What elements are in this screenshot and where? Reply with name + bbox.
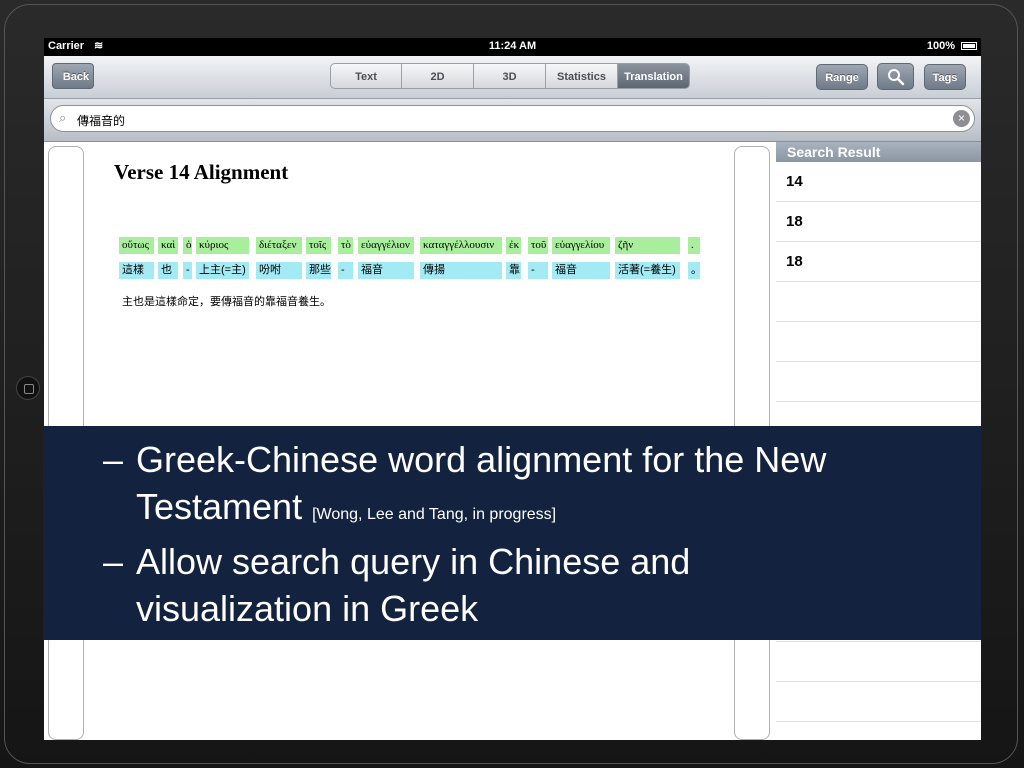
page-title: Verse 14 Alignment xyxy=(114,160,289,184)
greek-cell[interactable]: τοῖς xyxy=(306,237,331,254)
tab-translation[interactable]: Translation xyxy=(618,63,690,89)
greek-cell[interactable]: τοῦ xyxy=(528,237,548,254)
result-empty-row xyxy=(776,282,981,322)
bullet-dash: – xyxy=(103,541,124,582)
result-item[interactable]: 18 xyxy=(776,202,981,242)
bullet1-line2-text: Testament xyxy=(136,486,303,527)
bullet2-line2: visualization in Greek xyxy=(136,588,479,629)
bullet1-line2: Testament [Wong, Lee and Tang, in progre… xyxy=(136,483,826,538)
bullet-text: Greek-Chinese word alignment for the New… xyxy=(136,436,826,538)
greek-cell[interactable]: ἐκ xyxy=(506,237,521,254)
greek-cell[interactable]: ὁ xyxy=(183,237,192,254)
greek-cell[interactable]: διέταξεν xyxy=(256,237,302,254)
greek-cell[interactable]: εὐαγγέλιον xyxy=(358,237,414,254)
chinese-cell[interactable]: - xyxy=(183,262,192,279)
tags-button[interactable]: Tags xyxy=(924,64,966,90)
slide-caption: – Greek-Chinese word alignment for the N… xyxy=(43,426,981,640)
bullet-text: Allow search query in Chinese and visual… xyxy=(136,538,690,632)
toolbar: Back Text 2D 3D Statistics Translation R… xyxy=(44,56,981,99)
chinese-cell[interactable]: 上主(=主) xyxy=(196,262,249,279)
greek-cell[interactable]: οὕτως xyxy=(119,237,154,254)
search-input[interactable]: ⌕ 傳福音的 × xyxy=(50,105,975,132)
bullet1-line1: Greek-Chinese word alignment for the New xyxy=(136,439,827,480)
clear-icon[interactable]: × xyxy=(953,110,970,127)
chinese-cell[interactable]: 傳揚 xyxy=(420,262,502,279)
chinese-cell[interactable]: 活著(=養生) xyxy=(615,262,680,279)
chinese-cell[interactable]: 吩咐 xyxy=(256,262,302,279)
chinese-cell[interactable]: 這樣 xyxy=(119,262,154,279)
greek-cell[interactable]: εὐαγγελίου xyxy=(552,237,610,254)
citation: [Wong, Lee and Tang, in progress] xyxy=(312,506,557,523)
status-bar: Carrier ≋ 11:24 AM 100% xyxy=(44,38,981,56)
result-empty-row xyxy=(776,642,981,682)
result-empty-row xyxy=(776,682,981,722)
greek-cell[interactable]: καὶ xyxy=(158,237,178,254)
battery-percent: 100% xyxy=(926,40,955,52)
chinese-cell[interactable]: 那些 xyxy=(306,262,331,279)
chinese-sentence: 主也是這樣命定，要傳福音的靠福音養生。 xyxy=(122,296,331,308)
tab-2d[interactable]: 2D xyxy=(402,63,474,89)
result-item[interactable]: 18 xyxy=(776,242,981,282)
chinese-cell[interactable]: 也 xyxy=(158,262,178,279)
home-button[interactable] xyxy=(16,376,40,400)
greek-cell[interactable]: . xyxy=(688,237,700,254)
result-empty-row xyxy=(776,362,981,402)
bullet2-line1: Allow search query in Chinese and xyxy=(136,541,691,582)
search-bar: ⌕ 傳福音的 × xyxy=(44,99,981,142)
greek-cell[interactable]: κύριος xyxy=(196,237,249,254)
greek-cell[interactable]: ζῆν xyxy=(615,237,680,254)
results-header: Search Result xyxy=(776,142,981,162)
chinese-cell[interactable]: 福音 xyxy=(552,262,610,279)
chinese-cell[interactable]: 福音 xyxy=(358,262,414,279)
search-button[interactable] xyxy=(877,63,914,90)
result-empty-row xyxy=(776,322,981,362)
result-item[interactable]: 14 xyxy=(776,162,981,202)
greek-cell[interactable]: τὸ xyxy=(338,237,353,254)
tab-text[interactable]: Text xyxy=(330,63,402,89)
chinese-cell[interactable]: - xyxy=(338,262,353,279)
tab-3d[interactable]: 3D xyxy=(474,63,546,89)
battery-icon xyxy=(961,42,977,50)
view-segmented-control: Text 2D 3D Statistics Translation xyxy=(330,63,690,89)
chinese-cell[interactable]: 靠 xyxy=(506,262,521,279)
tab-statistics[interactable]: Statistics xyxy=(546,63,618,89)
clock: 11:24 AM xyxy=(488,40,537,52)
bullet-dash: – xyxy=(103,439,124,480)
chinese-cell[interactable]: - xyxy=(528,262,548,279)
range-button[interactable]: Range xyxy=(816,64,868,90)
greek-cell[interactable]: καταγγέλλουσιν xyxy=(420,237,502,254)
magnifier-icon: ⌕ xyxy=(59,110,67,125)
chinese-cell[interactable]: 。 xyxy=(688,262,702,279)
search-query: 傳福音的 xyxy=(77,114,126,128)
back-button[interactable]: Back xyxy=(52,63,94,89)
search-icon xyxy=(888,69,905,86)
